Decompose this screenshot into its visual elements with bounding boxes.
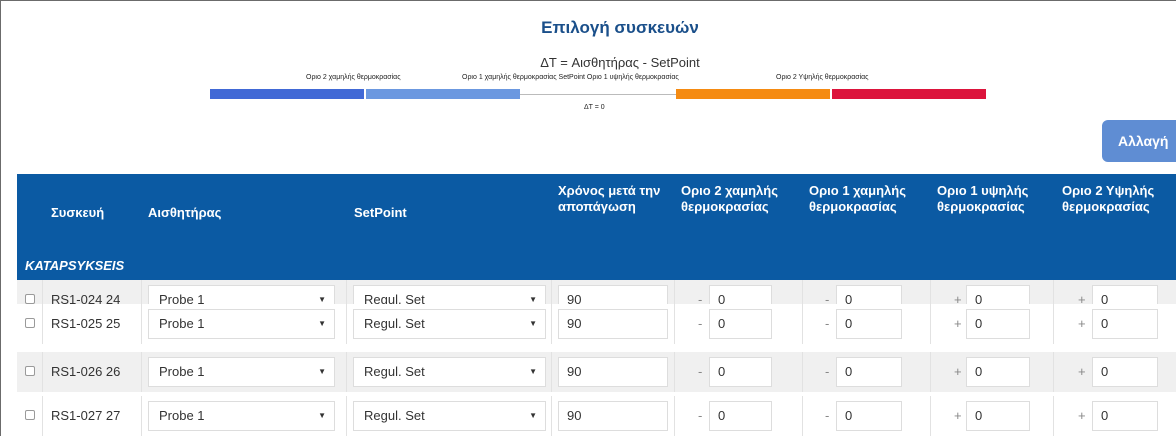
high1-input[interactable]: 0 bbox=[966, 401, 1030, 431]
row-checkbox[interactable] bbox=[25, 410, 35, 420]
time-input[interactable]: 90 bbox=[558, 357, 668, 387]
low2-input[interactable]: 0 bbox=[709, 309, 772, 339]
high1-input[interactable]: 0 bbox=[966, 357, 1030, 387]
low1-input[interactable]: 0 bbox=[836, 309, 902, 339]
setpoint-select[interactable]: Regul. Set ▼ bbox=[353, 357, 546, 387]
scale-label-low1-setpoint-high1: Οριο 1 χαμηλής θερμοκρασίας SetPoint Ορι… bbox=[462, 74, 679, 81]
row-checkbox[interactable] bbox=[25, 318, 35, 328]
table-row: RS1-027 27 Probe 1 ▼ Regul. Set ▼ 90 - 0 -… bbox=[17, 396, 1176, 436]
high1-sign: + bbox=[954, 316, 962, 331]
low1-input[interactable]: 0 bbox=[836, 401, 902, 431]
col-low2: Οριο 2 χαμηλής θερμοκρασίας bbox=[681, 183, 778, 214]
chevron-down-icon: ▼ bbox=[529, 367, 537, 376]
high1-sign: + bbox=[954, 364, 962, 379]
scale-bar-low2 bbox=[210, 89, 364, 99]
row-checkbox[interactable] bbox=[25, 294, 35, 304]
high2-sign: + bbox=[1078, 408, 1086, 423]
col-setpoint: SetPoint bbox=[354, 205, 407, 220]
device-name: RS1-027 27 bbox=[51, 408, 121, 423]
scale-zero-label: ΔT = 0 bbox=[584, 104, 605, 111]
high2-input[interactable]: 0 bbox=[1092, 401, 1158, 431]
scale-label-high2: Οριο 2 Υψηλής θερμοκρασίας bbox=[776, 74, 869, 81]
low1-sign: - bbox=[825, 364, 830, 379]
setpoint-select[interactable]: Regul. Set ▼ bbox=[353, 401, 546, 431]
high2-input[interactable]: 0 bbox=[1092, 309, 1158, 339]
table-row: RS1-025 25 Probe 1 ▼ Regul. Set ▼ 90 - 0 -… bbox=[17, 304, 1176, 344]
setpoint-select[interactable]: Regul. Set ▼ bbox=[353, 309, 546, 339]
chevron-down-icon: ▼ bbox=[318, 367, 326, 376]
device-name: RS1-026 26 bbox=[51, 364, 121, 379]
sensor-select[interactable]: Probe 1 ▼ bbox=[148, 357, 335, 387]
page-title: Επιλογή συσκευών bbox=[541, 18, 699, 37]
chevron-down-icon: ▼ bbox=[318, 319, 326, 328]
chevron-down-icon: ▼ bbox=[318, 411, 326, 420]
chevron-down-icon: ▼ bbox=[529, 411, 537, 420]
low1-sign: - bbox=[825, 316, 830, 331]
time-input[interactable]: 90 bbox=[558, 309, 668, 339]
col-time-after-defrost: Χρόνος μετά την αποπάγωση bbox=[558, 183, 661, 214]
table-header: Συσκευή Αισθητήρας SetPoint Χρόνος μετά … bbox=[17, 174, 1176, 250]
low2-sign: - bbox=[698, 408, 703, 423]
high2-sign: + bbox=[1078, 316, 1086, 331]
table-row: RS1-026 26 Probe 1 ▼ Regul. Set ▼ 90 - 0 -… bbox=[17, 352, 1176, 392]
device-name: RS1-025 25 bbox=[51, 316, 121, 331]
high1-input[interactable]: 0 bbox=[966, 309, 1030, 339]
scale-bar-high1 bbox=[676, 89, 830, 99]
scale-label-low2: Οριο 2 χαμηλής θερμοκρασίας bbox=[306, 74, 401, 81]
col-high1: Οριο 1 υψηλής θερμοκρασίας bbox=[937, 183, 1029, 214]
change-button[interactable]: Αλλαγή bbox=[1102, 120, 1176, 162]
col-high2: Οριο 2 Υψηλής θερμοκρασίας bbox=[1062, 183, 1155, 214]
scale-bar-low1 bbox=[366, 89, 520, 99]
sensor-select[interactable]: Probe 1 ▼ bbox=[148, 309, 335, 339]
low1-input[interactable]: 0 bbox=[836, 357, 902, 387]
col-sensor: Αισθητήρας bbox=[148, 205, 222, 220]
group-label: KATAPSYKSEIS bbox=[25, 258, 125, 273]
scale-zero-line bbox=[520, 94, 676, 95]
high2-sign: + bbox=[1078, 364, 1086, 379]
low1-sign: - bbox=[825, 408, 830, 423]
delta-formula: ΔT = Αισθητήρας - SetPoint bbox=[540, 55, 700, 70]
chevron-down-icon: ▼ bbox=[529, 319, 537, 328]
low2-sign: - bbox=[698, 364, 703, 379]
high2-input[interactable]: 0 bbox=[1092, 357, 1158, 387]
time-input[interactable]: 90 bbox=[558, 401, 668, 431]
low2-input[interactable]: 0 bbox=[709, 401, 772, 431]
high1-sign: + bbox=[954, 408, 962, 423]
low2-input[interactable]: 0 bbox=[709, 357, 772, 387]
scale-bar-high2 bbox=[832, 89, 986, 99]
col-device: Συσκευή bbox=[51, 205, 105, 220]
col-low1: Οριο 1 χαμηλής θερμοκρασίας bbox=[809, 183, 906, 214]
group-row: KATAPSYKSEIS bbox=[17, 250, 1176, 280]
low2-sign: - bbox=[698, 316, 703, 331]
row-checkbox[interactable] bbox=[25, 366, 35, 376]
sensor-select[interactable]: Probe 1 ▼ bbox=[148, 401, 335, 431]
